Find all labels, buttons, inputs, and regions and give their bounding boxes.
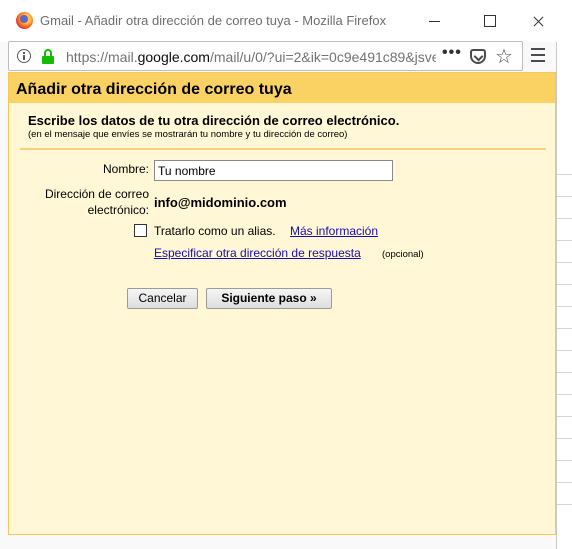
next-step-button[interactable]: Siguiente paso »	[206, 288, 332, 309]
optional-label: (opcional)	[382, 249, 424, 260]
intro-title: Escribe los datos de tu otra dirección d…	[28, 113, 400, 128]
reply-to-link[interactable]: Especificar otra dirección de respuesta	[154, 246, 361, 260]
url-prefix: https://mail.	[66, 49, 138, 65]
hamburger-menu-icon[interactable]	[531, 48, 545, 62]
url-bar[interactable]: https://mail.google.com/mail/u/0/?ui=2&i…	[8, 41, 523, 71]
divider	[20, 148, 546, 150]
alias-checkbox[interactable]	[134, 224, 147, 237]
window-title: Gmail - Añadir otra dirección de correo …	[40, 13, 387, 28]
star-icon[interactable]: ☆	[495, 44, 513, 69]
email-value: info@midominio.com	[154, 195, 287, 210]
browser-window: Gmail - Añadir otra dirección de correo …	[0, 0, 557, 549]
info-icon[interactable]	[17, 49, 31, 63]
more-info-link[interactable]: Más información	[290, 224, 378, 238]
url-text[interactable]: https://mail.google.com/mail/u/0/?ui=2&i…	[66, 49, 436, 65]
cancel-button[interactable]: Cancelar	[127, 288, 198, 309]
dialog-header: Añadir otra dirección de correo tuya	[9, 73, 555, 103]
name-input[interactable]	[154, 160, 393, 181]
close-button[interactable]	[523, 8, 553, 34]
minimize-button[interactable]	[419, 8, 449, 34]
add-address-dialog: Añadir otra dirección de correo tuya Esc…	[8, 72, 556, 535]
url-domain: google.com	[137, 49, 210, 65]
alias-label: Tratarlo como un alias.	[154, 224, 276, 238]
dialog-title: Añadir otra dirección de correo tuya	[16, 81, 292, 98]
page-actions-icon[interactable]: •••	[442, 44, 462, 62]
title-bar[interactable]: Gmail - Añadir otra dirección de correo …	[0, 0, 557, 42]
background-page	[556, 0, 572, 549]
lock-icon[interactable]	[41, 49, 55, 65]
email-label-line1: Dirección de correo	[44, 187, 149, 201]
email-label-line2: electrónico:	[87, 203, 149, 217]
maximize-button[interactable]	[474, 8, 504, 34]
name-label: Nombre:	[102, 162, 149, 176]
firefox-logo-icon	[16, 12, 33, 29]
url-rest: /mail/u/0/?ui=2&ik=0c9e491c89&jsver	[209, 49, 436, 65]
intro-subtitle: (en el mensaje que envíes se mostrarán t…	[28, 129, 348, 140]
pocket-icon[interactable]	[470, 49, 486, 64]
